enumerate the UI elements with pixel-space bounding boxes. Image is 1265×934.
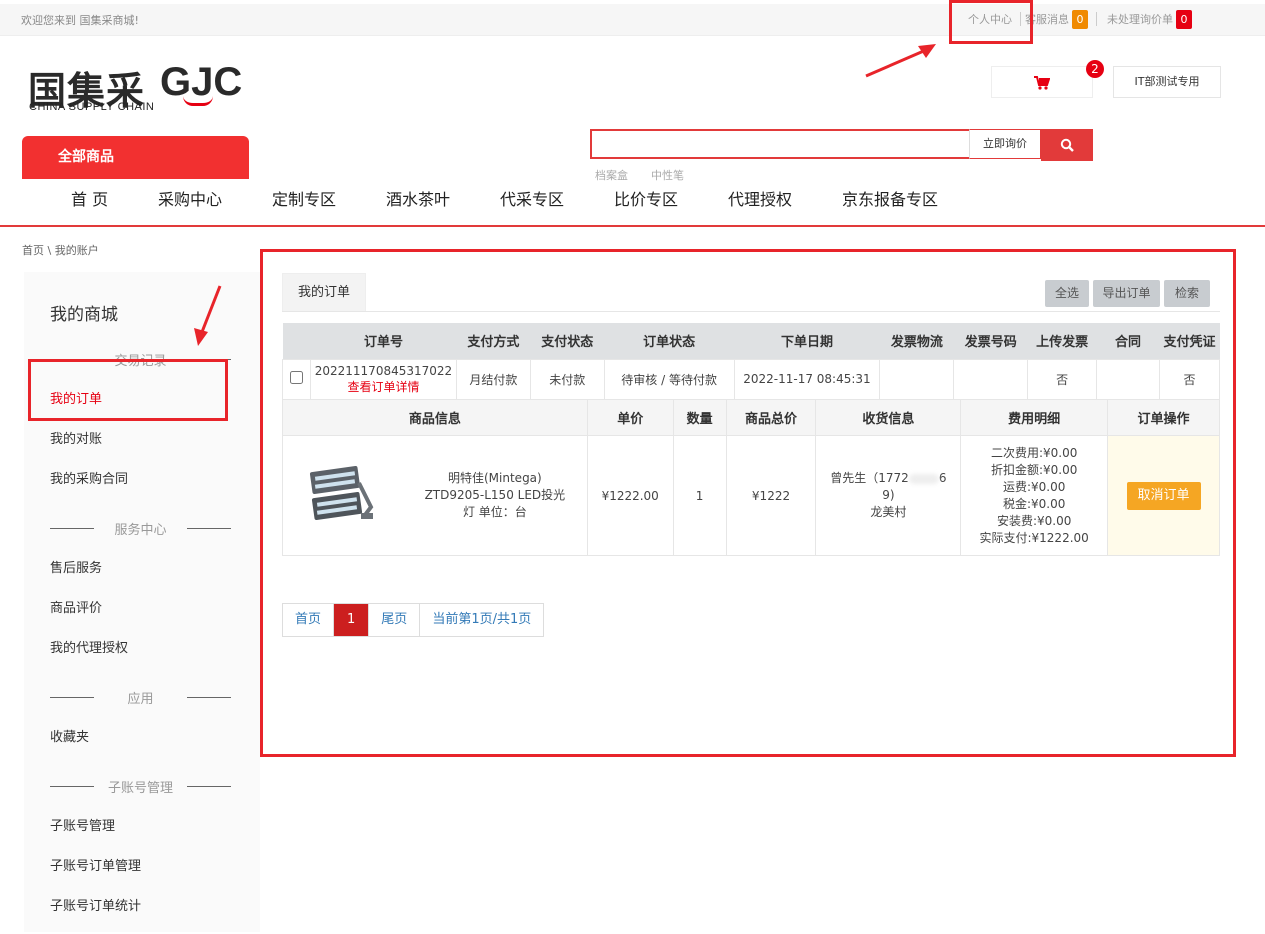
sidebar-section-app: 应用: [50, 688, 231, 707]
annotation-box-my-orders: [28, 359, 228, 421]
sidebar-item-favorites[interactable]: 收藏夹: [50, 726, 89, 745]
nav-wine-tea[interactable]: 酒水茶叶: [386, 186, 450, 210]
sidebar-item-sub-orders[interactable]: 子账号订单管理: [50, 855, 141, 874]
nav-home[interactable]: 首 页: [71, 186, 108, 210]
nav-purchase-center[interactable]: 采购中心: [158, 186, 222, 210]
welcome-text: 欢迎您来到 国集采商城!: [21, 14, 139, 27]
sidebar-item-sub-stats[interactable]: 子账号订单统计: [50, 895, 141, 914]
pending-count-badge: 0: [1176, 9, 1192, 29]
user-account-button[interactable]: IT部测试专用: [1113, 66, 1221, 98]
search-icon: [1060, 138, 1074, 152]
cart-count-badge: 2: [1086, 60, 1104, 78]
cart-icon[interactable]: [1034, 76, 1051, 94]
annotation-arrow-icon: [865, 44, 936, 78]
hot-keyword[interactable]: 档案盒: [595, 167, 628, 183]
nav-jd-zone[interactable]: 京东报备专区: [842, 186, 938, 210]
pending-inquiry-link[interactable]: 未处理询价单: [1107, 11, 1173, 27]
sidebar-section-sub-account: 子账号管理: [50, 777, 231, 796]
logo-english: CHINA SUPPLY CHAIN: [29, 101, 155, 113]
nav-divider: [0, 225, 1265, 227]
sidebar-item-contracts[interactable]: 我的采购合同: [50, 468, 128, 487]
sidebar-section-service: 服务中心: [50, 519, 231, 538]
annotation-box-order-panel: [260, 249, 1236, 757]
sidebar-item-reconciliation[interactable]: 我的对账: [50, 428, 102, 447]
all-products-menu[interactable]: 全部商品: [22, 136, 249, 179]
service-count-badge: 0: [1072, 9, 1088, 29]
inquiry-button[interactable]: 立即询价: [969, 129, 1041, 159]
sidebar-item-agency[interactable]: 我的代理授权: [50, 637, 128, 656]
nav-agency-auth[interactable]: 代理授权: [728, 186, 792, 210]
search-input[interactable]: [590, 129, 970, 159]
breadcrumb[interactable]: 首页 \ 我的账户: [22, 242, 99, 258]
nav-price-compare[interactable]: 比价专区: [614, 186, 678, 210]
annotation-arrow-icon: [194, 285, 222, 346]
main-nav: 首 页 采购中心 定制专区 酒水茶叶 代采专区 比价专区 代理授权 京东报备专区: [0, 186, 1265, 224]
nav-proxy-purchase[interactable]: 代采专区: [500, 186, 564, 210]
sidebar-item-review[interactable]: 商品评价: [50, 597, 102, 616]
hot-keyword[interactable]: 中性笔: [651, 167, 684, 183]
sidebar-item-sub-manage[interactable]: 子账号管理: [50, 815, 115, 834]
annotation-box-personal-center: [949, 0, 1033, 44]
search-button[interactable]: [1041, 129, 1093, 161]
sidebar-item-after-sales[interactable]: 售后服务: [50, 557, 102, 576]
divider: [1096, 12, 1097, 26]
nav-custom-zone[interactable]: 定制专区: [272, 186, 336, 210]
sidebar-title: 我的商城: [50, 305, 118, 325]
